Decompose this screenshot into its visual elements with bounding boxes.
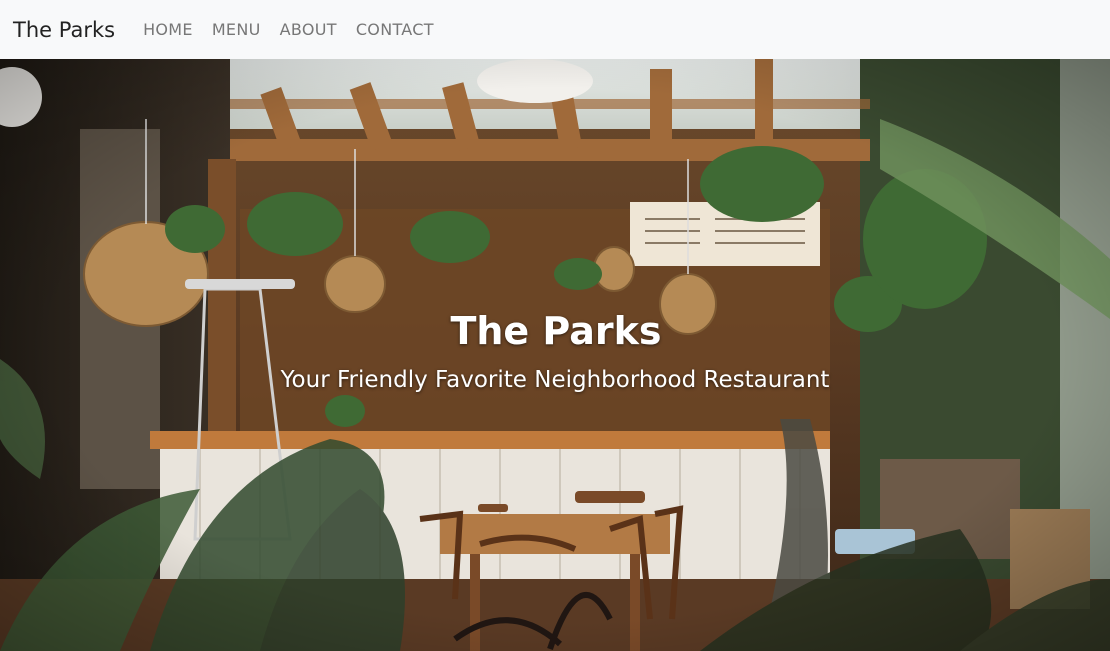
nav-link-home[interactable]: HOME bbox=[143, 20, 193, 39]
hero-section: The Parks Your Friendly Favorite Neighbo… bbox=[0, 59, 1110, 651]
nav-link-about[interactable]: ABOUT bbox=[280, 20, 337, 39]
brand-link[interactable]: The Parks bbox=[13, 18, 115, 42]
nav-links: HOME MENU ABOUT CONTACT bbox=[143, 20, 453, 39]
hero-title: The Parks bbox=[450, 309, 662, 353]
nav-link-contact[interactable]: CONTACT bbox=[356, 20, 434, 39]
nav-link-menu[interactable]: MENU bbox=[212, 20, 261, 39]
navbar: The Parks HOME MENU ABOUT CONTACT bbox=[0, 0, 1110, 59]
hero-subtitle: Your Friendly Favorite Neighborhood Rest… bbox=[280, 367, 830, 393]
hero-text: The Parks Your Friendly Favorite Neighbo… bbox=[0, 59, 1110, 651]
